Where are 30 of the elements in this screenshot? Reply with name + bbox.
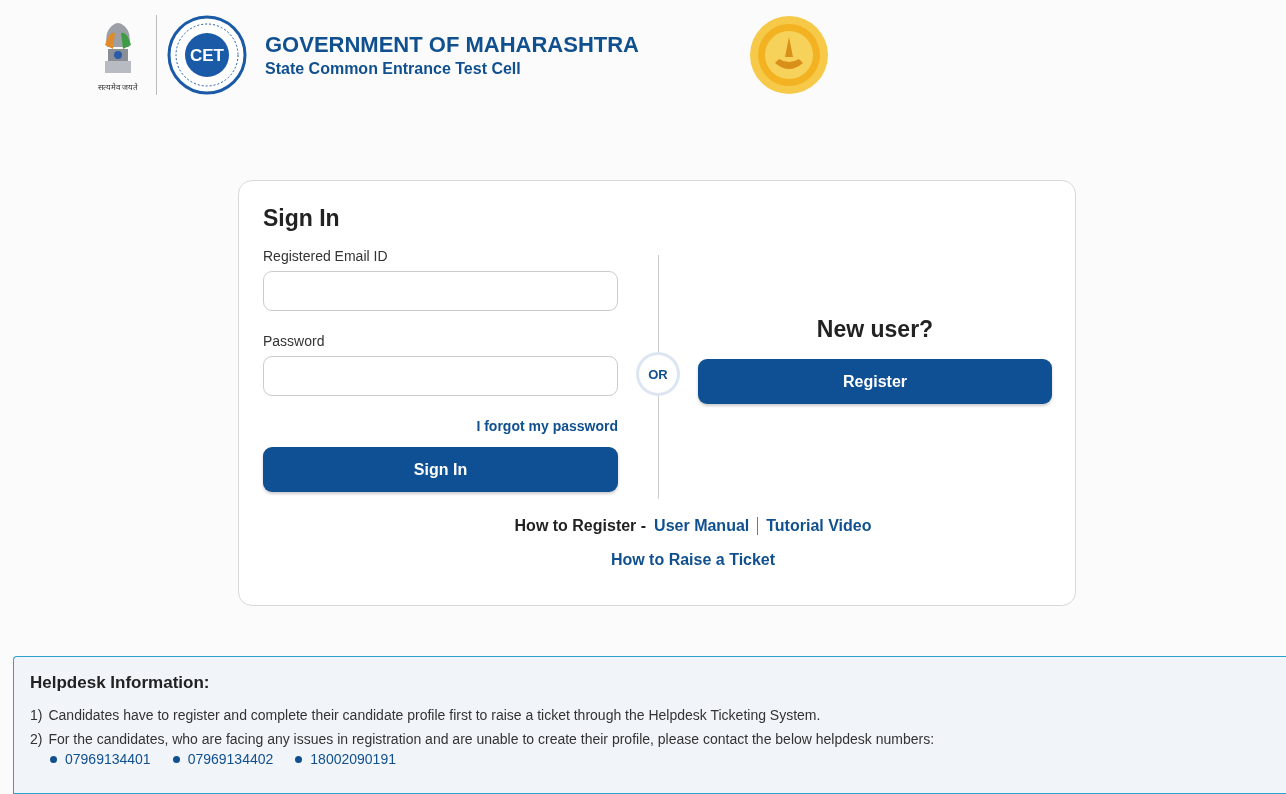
email-field[interactable] bbox=[263, 271, 618, 311]
help-link[interactable]: User Manual bbox=[654, 517, 758, 535]
password-field[interactable] bbox=[263, 356, 618, 396]
field-label: Registered Email ID bbox=[263, 248, 389, 264]
field-label: Password bbox=[263, 333, 326, 349]
new-user-heading: New user? bbox=[815, 316, 935, 343]
site-subtitle: State Common Entrance Test Cell bbox=[265, 60, 522, 78]
list-number: 1) bbox=[30, 707, 43, 723]
register-button[interactable]: Register bbox=[698, 359, 1052, 404]
helpdesk-text: Candidates have to register and complete their candidate profile first to raise a ticket through the Helpdesk Ticketing System. bbox=[48, 707, 821, 723]
helpdesk-phone: 18002090191 bbox=[310, 751, 396, 767]
helpdesk-phone: 07969134401 bbox=[65, 751, 151, 767]
state-seal-icon bbox=[749, 15, 829, 95]
help-link[interactable]: Tutorial Video bbox=[757, 517, 880, 535]
bullet-icon bbox=[295, 755, 303, 763]
sign-in-heading: Sign In bbox=[263, 205, 341, 232]
raise-ticket-link[interactable]: How to Raise a Ticket bbox=[610, 551, 784, 569]
list-number: 2) bbox=[30, 731, 43, 747]
sign-in-button[interactable]: Sign In bbox=[263, 447, 618, 492]
forgot-password-link[interactable]: I forgot my password bbox=[476, 418, 618, 434]
helpdesk-phone: 07969134402 bbox=[187, 751, 274, 767]
or-badge: OR bbox=[639, 355, 677, 393]
how-to-register-text: How to Register - bbox=[514, 517, 647, 535]
helpdesk-text: For the candidates, who are facing any issues in registration and are unable to create their profile, please contact the below helpdesk numbers: bbox=[48, 731, 935, 747]
bullet-icon bbox=[50, 755, 57, 763]
helpdesk-title: Helpdesk Information: bbox=[30, 673, 211, 693]
bullet-icon bbox=[172, 755, 180, 763]
cet-logo: CET bbox=[167, 15, 247, 95]
emblem-motto: सत्यमेव जयते bbox=[97, 81, 139, 92]
site-title: GOVERNMENT OF MAHARASHTRA bbox=[265, 32, 639, 58]
